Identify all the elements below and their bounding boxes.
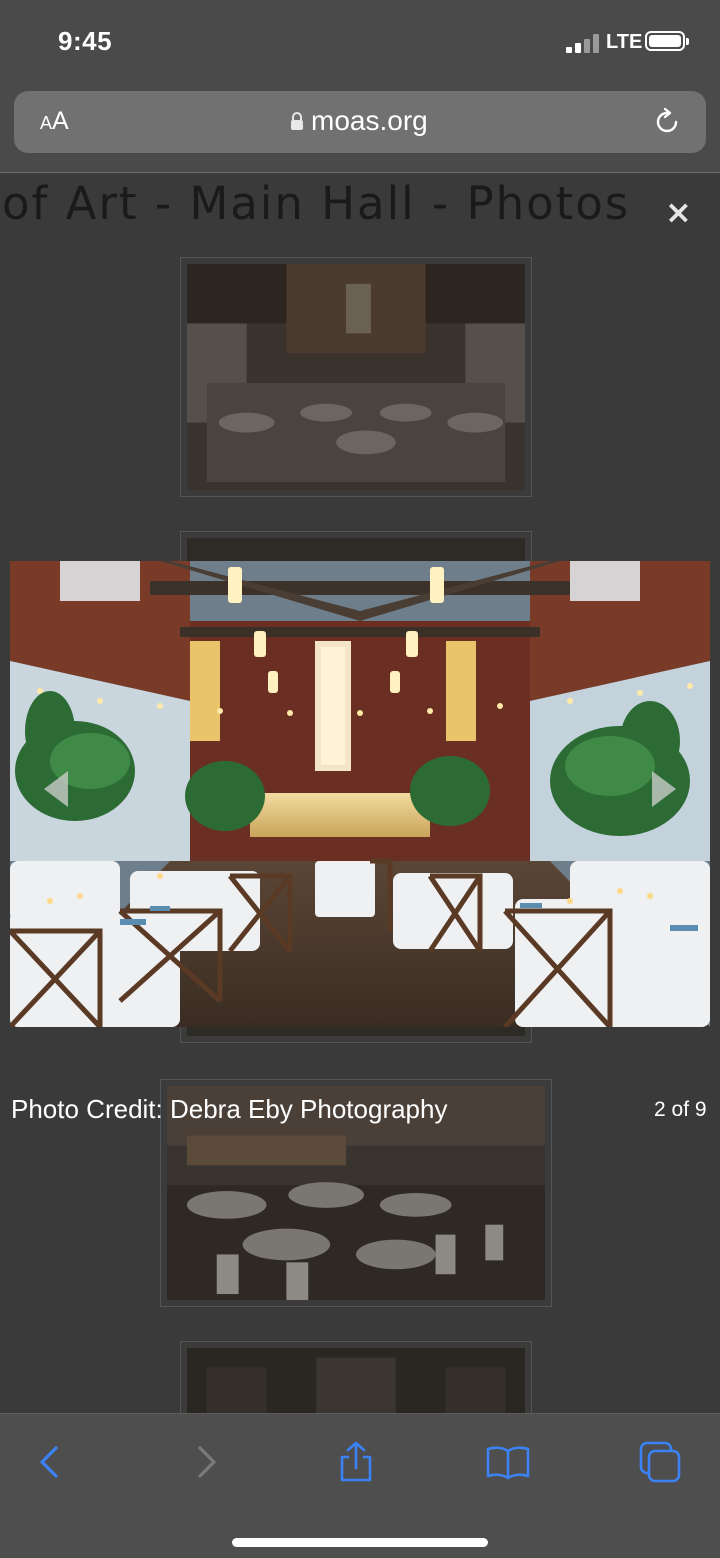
thumbnail-photo [187,1348,525,1413]
bookmarks-icon[interactable] [486,1440,530,1484]
page-content: of Art - Main Hall - Photos × Photo Cred… [0,173,720,1413]
status-time: 9:45 [58,26,113,56]
share-icon[interactable] [334,1440,378,1484]
signal-strength-icon [566,33,602,53]
photo-credit: Photo Credit: Debra Eby Photography [11,1094,448,1124]
lock-icon [291,112,303,130]
battery-icon [645,31,689,51]
network-type: LTE [606,31,643,53]
forward-chevron-icon[interactable] [184,1440,228,1484]
next-photo-arrow-icon[interactable] [652,771,676,807]
lightbox-photo[interactable] [10,561,710,1027]
page-title: of Art - Main Hall - Photos [2,177,631,230]
main-hall-photo [10,561,710,1027]
gallery-thumbnail[interactable] [180,1341,532,1413]
previous-photo-arrow-icon[interactable] [44,771,68,807]
status-bar: 9:45 LTE [0,0,720,88]
reload-icon[interactable] [652,107,682,137]
browser-toolbar [0,1413,720,1558]
address-bar[interactable]: AA moas.org [14,91,706,153]
text-size-button[interactable]: AA [40,107,69,136]
photo-counter: 2 of 9 [654,1098,707,1121]
close-icon[interactable]: × [665,193,692,231]
tabs-icon[interactable] [638,1440,682,1484]
browser-address-area: AA moas.org [0,88,720,173]
home-indicator[interactable] [232,1538,488,1547]
url-text: moas.org [311,105,428,136]
gallery-thumbnail[interactable] [180,257,532,497]
thumbnail-photo [187,264,525,490]
back-chevron-icon[interactable] [28,1440,72,1484]
